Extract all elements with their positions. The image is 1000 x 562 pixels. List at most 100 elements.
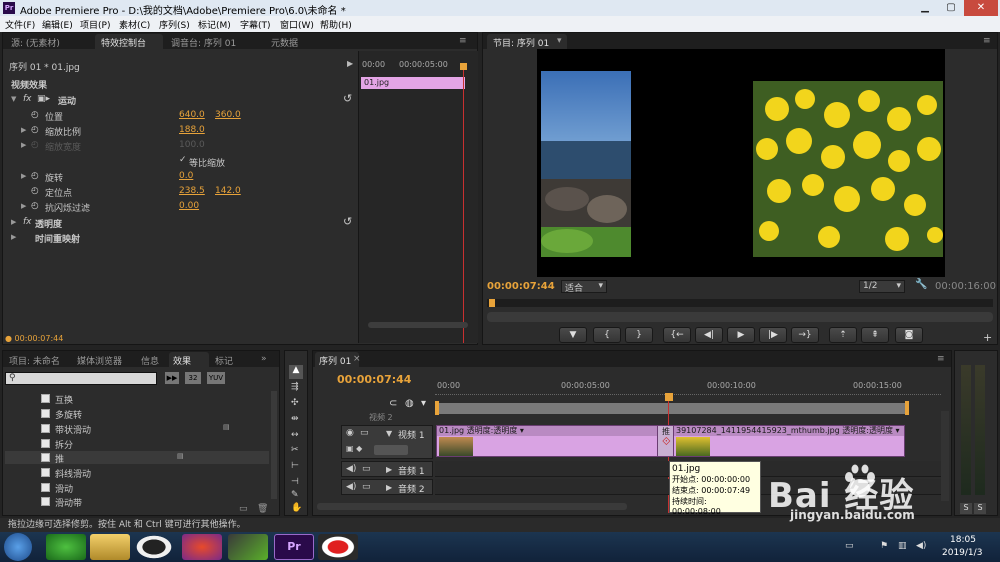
tray-time[interactable]: 18:05 — [950, 535, 976, 545]
quality-dropdown[interactable]: 1/2 ▾ — [859, 280, 905, 293]
effect-item[interactable]: 带状滑动 — [55, 423, 91, 436]
add-marker-button[interactable]: ▼ — [559, 327, 587, 343]
slip-tool-icon[interactable]: ⊢ — [291, 461, 299, 471]
tray-flag-icon[interactable]: ⚑ — [880, 541, 888, 551]
panel-menu-icon[interactable]: » — [261, 354, 267, 364]
tray-date[interactable]: 2019/1/3 — [942, 548, 982, 558]
export-frame-button[interactable]: ◙ — [895, 327, 923, 343]
timeline-timecode[interactable]: 00:00:07:44 — [337, 373, 411, 386]
effect-item[interactable]: 斜线滑动 — [55, 467, 91, 480]
keyframe-icon[interactable]: ▣ ◆ — [346, 444, 362, 453]
work-area-end[interactable] — [905, 401, 909, 415]
stopwatch-icon[interactable]: ◴ — [31, 171, 39, 181]
menu-title[interactable]: 字幕(T) — [240, 18, 271, 31]
hand-tool-icon[interactable]: ✋ — [291, 503, 302, 513]
panel-menu-icon[interactable]: ≡ — [983, 36, 991, 46]
stopwatch-icon[interactable]: ◴ — [31, 110, 39, 120]
tab-media-browser[interactable]: 媒体浏览器 — [77, 354, 122, 367]
solo-left-button[interactable]: S — [960, 503, 972, 514]
step-forward-button[interactable]: |▶ — [759, 327, 787, 343]
menu-help[interactable]: 帮助(H) — [320, 18, 352, 31]
menu-marker[interactable]: 标记(M) — [198, 18, 231, 31]
start-button[interactable] — [4, 533, 32, 561]
lift-button[interactable]: ⇡ — [829, 327, 857, 343]
menu-file[interactable]: 文件(F) — [5, 18, 35, 31]
scale-value[interactable]: 188.0 — [179, 125, 205, 135]
effects-search-input[interactable]: ⚲ — [5, 372, 157, 385]
rate-stretch-tool-icon[interactable]: ↔ — [291, 430, 299, 440]
stopwatch-icon[interactable]: ◴ — [31, 201, 39, 211]
reset-motion-icon[interactable]: ↺ — [343, 92, 352, 105]
accelerated-effects-icon[interactable]: ▶▶ — [165, 372, 179, 384]
marker-icon[interactable]: ▾ — [421, 398, 426, 409]
tray-keyboard-icon[interactable]: ▭ — [845, 541, 854, 551]
taskbar-qq-icon[interactable] — [134, 534, 174, 560]
expand-opacity-icon[interactable]: ▶ — [11, 218, 16, 226]
ripple-edit-tool-icon[interactable]: ✣ — [291, 398, 299, 408]
keyframe-nav[interactable] — [374, 445, 408, 455]
taskbar-firefox-icon[interactable] — [182, 534, 222, 560]
solo-right-button[interactable]: S — [974, 503, 986, 514]
work-area-start[interactable] — [435, 401, 439, 415]
lock-icon[interactable]: ▭ — [362, 464, 371, 474]
add-button-icon[interactable]: + — [983, 331, 992, 344]
zoom-scrollbar[interactable] — [368, 322, 468, 328]
wrench-icon[interactable]: 🔧 — [915, 279, 927, 290]
program-zoom-bar[interactable] — [487, 312, 993, 322]
expand-flicker-icon[interactable]: ▶ — [21, 202, 26, 210]
flicker-value[interactable]: 0.00 — [179, 201, 199, 211]
anchor-y[interactable]: 142.0 — [215, 186, 241, 196]
program-playhead[interactable] — [489, 299, 495, 307]
tab-project[interactable]: 项目: 未命名 — [9, 354, 60, 367]
speaker-icon[interactable]: ◀) — [346, 464, 356, 474]
position-x[interactable]: 640.0 — [179, 110, 205, 120]
panel-menu-icon[interactable]: ≡ — [459, 36, 467, 46]
tray-volume-icon[interactable]: ◀) — [916, 541, 926, 551]
stopwatch-icon[interactable]: ◴ — [31, 186, 39, 196]
reset-opacity-icon[interactable]: ↺ — [343, 215, 352, 228]
tab-source[interactable]: 源: (无素材) — [11, 36, 60, 49]
stopwatch-icon[interactable]: ◴ — [31, 125, 39, 135]
tab-effect-controls[interactable]: 特效控制台 — [101, 36, 146, 49]
time-ruler[interactable] — [435, 391, 941, 395]
set-marker-icon[interactable]: ◍ — [405, 398, 414, 409]
taskbar-explorer-icon[interactable] — [90, 534, 130, 560]
close-tab-icon[interactable]: × — [353, 354, 361, 364]
taskbar-record-icon[interactable] — [318, 534, 358, 560]
fit-dropdown[interactable]: 适合 ▾ — [561, 280, 607, 294]
mini-playhead[interactable] — [463, 65, 464, 343]
razor-tool-icon[interactable]: ✂ — [291, 445, 299, 455]
menu-sequence[interactable]: 序列(S) — [159, 18, 190, 31]
play-only-icon[interactable]: ▶ — [347, 59, 353, 68]
step-back-button[interactable]: ◀| — [695, 327, 723, 343]
expand-track-icon[interactable]: ▶ — [386, 465, 392, 474]
effects-scrollbar[interactable] — [271, 391, 277, 499]
expand-rotation-icon[interactable]: ▶ — [21, 172, 26, 180]
uniform-scale-checkbox[interactable]: ✓ — [179, 155, 187, 165]
close-button[interactable]: ✕ — [964, 0, 998, 16]
speaker-icon[interactable]: ◀) — [346, 482, 356, 492]
new-bin-icon[interactable]: ▭ — [239, 504, 248, 514]
rolling-edit-tool-icon[interactable]: ⇹ — [291, 414, 299, 424]
yuv-effects-button[interactable]: YUV — [207, 372, 225, 384]
play-button[interactable]: ▶ — [727, 327, 755, 343]
lock-icon[interactable]: ▭ — [362, 482, 371, 492]
taskbar-media-icon[interactable] — [228, 534, 268, 560]
menu-clip[interactable]: 素材(C) — [119, 18, 150, 31]
delete-icon[interactable]: 🗑 — [257, 504, 268, 514]
tab-program[interactable]: 节目: 序列 01 — [493, 36, 549, 49]
timeline-vertical-scrollbar[interactable] — [941, 411, 949, 501]
tab-effects[interactable]: 效果 — [173, 354, 191, 367]
effect-item[interactable]: 拆分 — [55, 438, 73, 451]
menu-project[interactable]: 项目(P) — [80, 18, 110, 31]
effect-item[interactable]: 多旋转 — [55, 408, 82, 421]
work-area-bar[interactable] — [435, 403, 909, 414]
tab-info[interactable]: 信息 — [141, 354, 159, 367]
snap-icon[interactable]: ⊂ — [389, 398, 397, 409]
program-scrub-bar[interactable] — [487, 299, 993, 307]
expand-timeremap-icon[interactable]: ▶ — [11, 233, 16, 241]
expand-track-icon[interactable]: ▼ — [386, 429, 392, 438]
tab-metadata[interactable]: 元数据 — [271, 36, 298, 49]
tab-sequence[interactable]: 序列 01 — [319, 354, 351, 367]
expand-scale-icon[interactable]: ▶ — [21, 126, 26, 134]
